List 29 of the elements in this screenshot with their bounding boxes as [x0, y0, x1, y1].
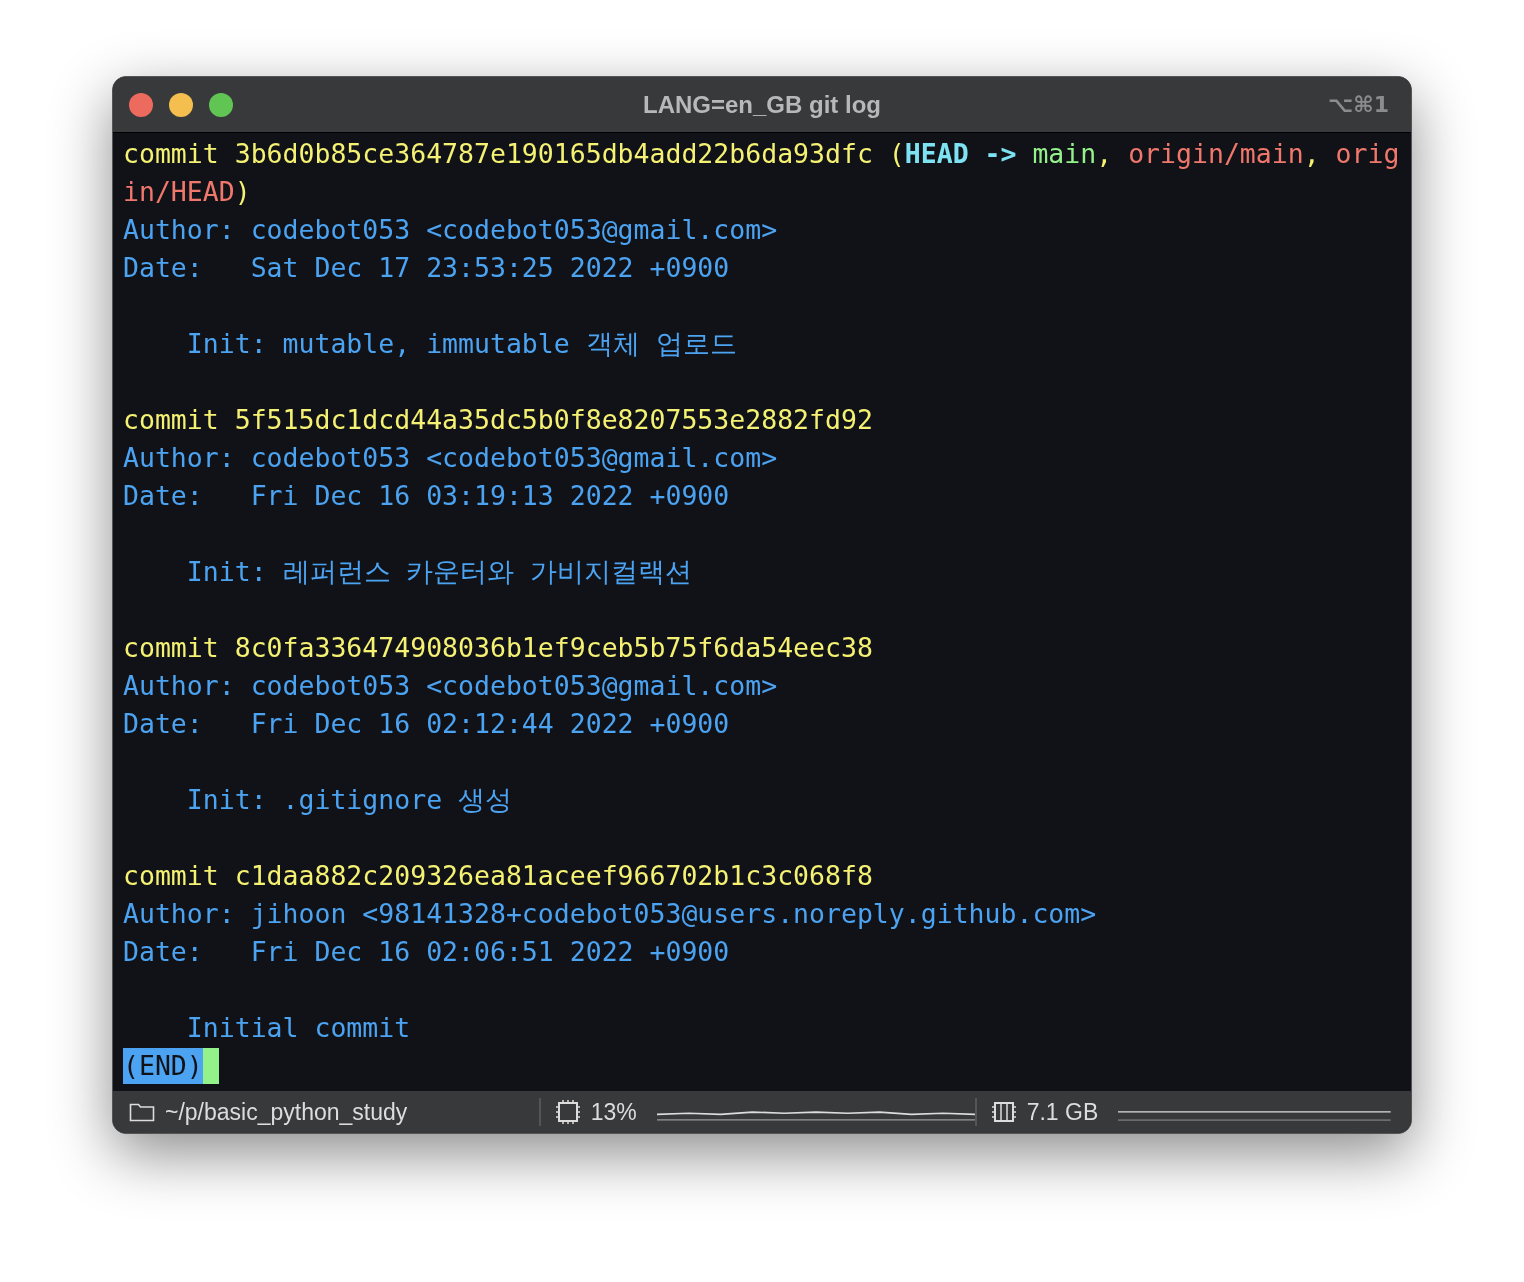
cpu-icon: [554, 1099, 581, 1125]
minimize-button[interactable]: [169, 92, 193, 117]
close-button[interactable]: [129, 92, 153, 117]
terminal-line: commit 8c0fa336474908036b1ef9ceb5b75f6da54eec38: [123, 631, 873, 665]
folder-icon: [129, 1102, 155, 1122]
terminal-line: Author: codebot053 <codebot053@gmail.com>: [123, 669, 778, 703]
window-title: LANG=en_GB git log: [643, 90, 881, 119]
memory-icon: [990, 1101, 1017, 1123]
terminal-line: Init: .gitignore 생성: [185, 783, 513, 817]
terminal-line: commit 5f515dc1dcd44a35dc5b0f8e8207553e2882fd92: [123, 403, 873, 437]
cpu-usage: 13%: [590, 1098, 637, 1126]
terminal-line: Author: codebot053 <codebot053@gmail.com>: [123, 441, 778, 475]
terminal-line: Date: Fri Dec 16 03:19:13 2022 +0900: [123, 479, 730, 513]
terminal-line: Date: Fri Dec 16 02:12:44 2022 +0900: [123, 707, 730, 741]
terminal-line: Author: codebot053 <codebot053@gmail.com>: [123, 213, 778, 247]
terminal-line: Date: Fri Dec 16 02:06:51 2022 +0900: [123, 935, 730, 969]
terminal-line: commit 3b6d0b85ce364787e190165db4add22b6da93dfc (HEAD -> main, origin/main, orig: [123, 137, 1400, 171]
memory-usage: 7.1 GB: [1026, 1098, 1099, 1126]
pager-end-marker: (END): [123, 1048, 203, 1084]
path-label: ~/p/basic_python_study: [165, 1098, 408, 1126]
terminal-line: in/HEAD): [123, 175, 251, 209]
terminal-line: Initial commit: [185, 1011, 411, 1045]
zoom-button[interactable]: [209, 92, 233, 117]
terminal-line: Init: mutable, immutable 객체 업로드: [185, 327, 737, 361]
terminal-line: Author: jihoon <98141328+codebot053@users.noreply.github.com>: [123, 897, 1097, 931]
terminal-line: Date: Sat Dec 17 23:53:25 2022 +0900: [123, 251, 730, 285]
terminal-line: commit c1daa882c209326ea81aceef966702b1c3c068f8: [123, 859, 873, 893]
shortcut-label: ⌥⌘1: [1327, 92, 1389, 117]
terminal-line: Init: 레퍼런스 카운터와 가비지컬랙션: [185, 555, 693, 589]
